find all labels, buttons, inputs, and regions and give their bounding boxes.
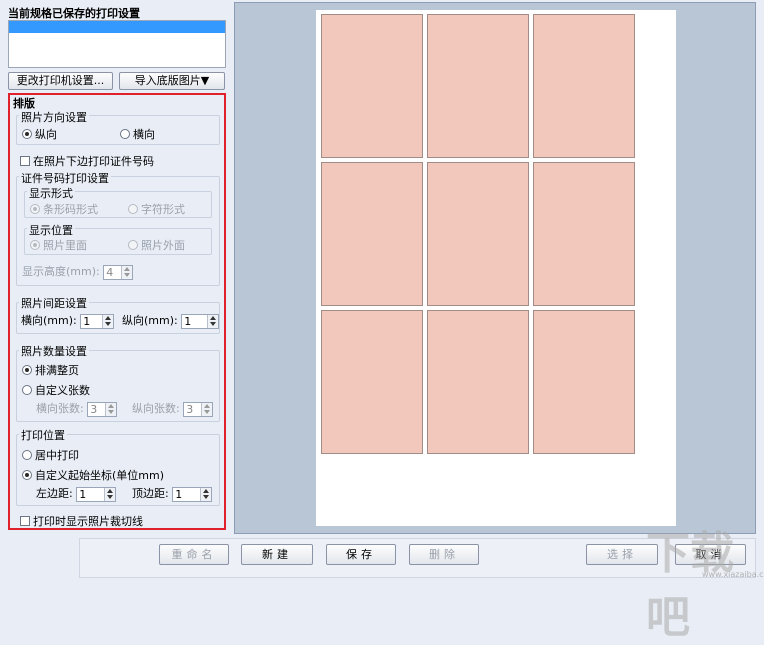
count-v-value: 3	[186, 402, 194, 416]
photo-slot	[321, 310, 423, 454]
landscape-label: 横向	[133, 128, 155, 141]
portrait-label: 纵向	[35, 128, 57, 141]
delete-button[interactable]: 删除	[409, 544, 479, 565]
inside-photo-label: 照片里面	[43, 239, 87, 252]
spacing-h-label: 横向(mm):	[21, 314, 77, 327]
photo-slot	[427, 162, 529, 306]
saved-settings-selected-row[interactable]	[9, 21, 225, 33]
left-margin-row: 左边距: 1	[36, 485, 117, 502]
watermark-url: www.xiazaiba.com	[702, 570, 764, 579]
count-h-stepper[interactable]: 3	[87, 401, 118, 417]
rename-button[interactable]: 重命名	[159, 544, 229, 565]
center-print-radio[interactable]: 居中打印	[22, 447, 79, 463]
left-margin-label: 左边距:	[36, 487, 73, 500]
top-margin-arrows[interactable]	[200, 487, 212, 501]
custom-count-label: 自定义张数	[35, 384, 90, 397]
inside-photo-radio-dot[interactable]	[30, 240, 40, 250]
custom-origin-radio[interactable]: 自定义起始坐标(单位mm)	[22, 467, 164, 483]
outside-photo-radio-dot[interactable]	[128, 240, 138, 250]
barcode-radio-dot[interactable]	[30, 204, 40, 214]
spacing-h-value: 1	[83, 314, 91, 328]
photo-slot	[321, 14, 423, 158]
custom-count-radio-dot[interactable]	[22, 385, 32, 395]
top-margin-row: 顶边距: 1	[132, 485, 213, 502]
id-print-label: 证件号码打印设置	[19, 170, 111, 186]
barcode-label: 条形码形式	[43, 203, 98, 216]
display-height-stepper[interactable]: 4	[103, 264, 134, 280]
display-height-value: 4	[106, 265, 114, 279]
photo-slot	[427, 310, 529, 454]
left-margin-stepper[interactable]: 1	[76, 486, 117, 502]
center-print-radio-dot[interactable]	[22, 450, 32, 460]
spacing-h-arrows[interactable]	[102, 314, 114, 328]
display-height-row: 显示高度(mm): 4	[22, 263, 134, 280]
display-height-label: 显示高度(mm):	[22, 265, 100, 278]
text-form-radio[interactable]: 字符形式	[128, 201, 185, 217]
saved-settings-title: 当前规格已保存的打印设置	[8, 7, 140, 20]
text-form-radio-dot[interactable]	[128, 204, 138, 214]
photo-slot	[533, 162, 635, 306]
photo-slot	[427, 14, 529, 158]
cutline-checkbox[interactable]: 打印时显示照片裁切线	[20, 513, 143, 529]
landscape-radio-dot[interactable]	[120, 129, 130, 139]
count-v-label: 纵向张数:	[132, 402, 180, 415]
custom-origin-label: 自定义起始坐标(单位mm)	[35, 469, 165, 482]
orientation-label: 照片方向设置	[19, 109, 89, 125]
print-id-check-box[interactable]	[20, 156, 30, 166]
cutline-check-box[interactable]	[20, 516, 30, 526]
count-h-arrows[interactable]	[105, 402, 117, 416]
preview-paper	[316, 10, 676, 526]
count-h-value: 3	[90, 402, 98, 416]
top-margin-label: 顶边距:	[132, 487, 169, 500]
count-h-row: 横向张数: 3	[36, 400, 118, 417]
save-button[interactable]: 保存	[326, 544, 396, 565]
cutline-label: 打印时显示照片裁切线	[33, 515, 143, 528]
fill-page-radio-dot[interactable]	[22, 365, 32, 375]
left-margin-arrows[interactable]	[104, 487, 116, 501]
top-margin-value: 1	[175, 487, 183, 501]
print-id-checkbox[interactable]: 在照片下边打印证件号码	[20, 153, 154, 169]
barcode-radio[interactable]: 条形码形式	[30, 201, 98, 217]
portrait-radio[interactable]: 纵向	[22, 126, 57, 142]
outside-photo-label: 照片外面	[141, 239, 185, 252]
new-button[interactable]: 新建	[241, 544, 313, 565]
spacing-v-row: 纵向(mm): 1	[122, 312, 220, 329]
spacing-h-row: 横向(mm): 1	[21, 312, 115, 329]
custom-count-radio[interactable]: 自定义张数	[22, 382, 90, 398]
text-form-label: 字符形式	[141, 203, 185, 216]
photo-slot	[321, 162, 423, 306]
center-print-label: 居中打印	[35, 449, 79, 462]
spacing-v-arrows[interactable]	[207, 314, 219, 328]
fill-page-label: 排满整页	[35, 364, 79, 377]
spacing-v-value: 1	[184, 314, 192, 328]
count-h-label: 横向张数:	[36, 402, 84, 415]
display-position-label: 显示位置	[27, 222, 75, 238]
spacing-label: 照片间距设置	[19, 295, 89, 311]
change-printer-button[interactable]: 更改打印机设置...	[8, 72, 113, 90]
import-template-button[interactable]: 导入底版图片▼	[119, 72, 225, 90]
spacing-v-stepper[interactable]: 1	[181, 313, 220, 329]
count-v-arrows[interactable]	[201, 402, 213, 416]
watermark-logo: 下载吧	[646, 528, 734, 643]
count-v-row: 纵向张数: 3	[132, 400, 214, 417]
display-form-label: 显示形式	[27, 185, 75, 201]
fill-page-radio[interactable]: 排满整页	[22, 362, 79, 378]
custom-origin-radio-dot[interactable]	[22, 470, 32, 480]
portrait-radio-dot[interactable]	[22, 129, 32, 139]
count-label: 照片数量设置	[19, 343, 89, 359]
count-v-stepper[interactable]: 3	[183, 401, 214, 417]
photo-slot	[533, 310, 635, 454]
print-id-label: 在照片下边打印证件号码	[33, 155, 154, 168]
display-height-arrows[interactable]	[121, 265, 133, 279]
inside-photo-radio[interactable]: 照片里面	[30, 237, 87, 253]
saved-settings-list[interactable]	[8, 20, 226, 68]
outside-photo-radio[interactable]: 照片外面	[128, 237, 185, 253]
left-margin-value: 1	[79, 487, 87, 501]
spacing-h-stepper[interactable]: 1	[80, 313, 115, 329]
landscape-radio[interactable]: 横向	[120, 126, 155, 142]
photo-slot	[533, 14, 635, 158]
spacing-v-label: 纵向(mm):	[122, 314, 178, 327]
print-position-label: 打印位置	[19, 427, 67, 443]
top-margin-stepper[interactable]: 1	[172, 486, 213, 502]
